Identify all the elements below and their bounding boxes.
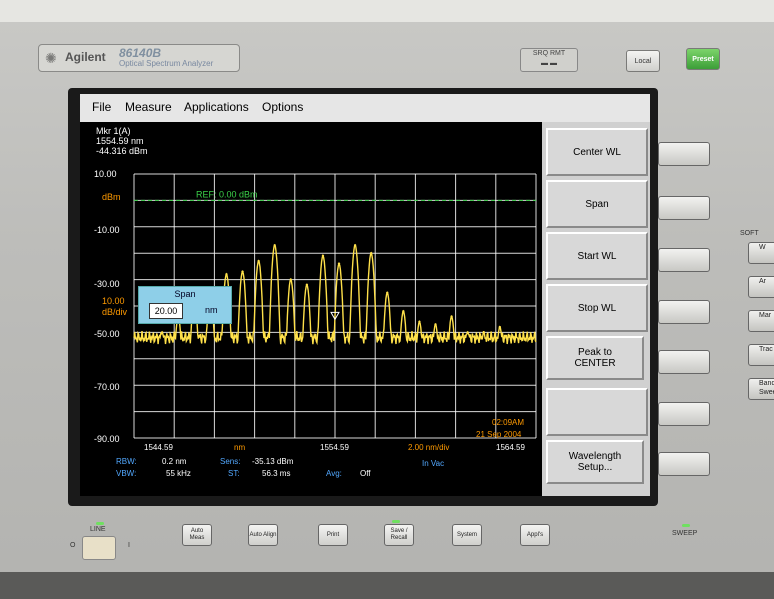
softkey-7-button[interactable] — [658, 452, 710, 476]
power-on-label: I — [128, 542, 130, 549]
spectrum-peak-point — [289, 278, 292, 281]
bezel-top-edge — [0, 0, 774, 22]
softkey-wavelength-setup[interactable]: Wavelength Setup... — [546, 440, 644, 484]
display-screen: File Measure Applications Options Mkr 1(… — [80, 94, 650, 496]
spectrum-peak-point — [273, 244, 276, 247]
side-button-w[interactable]: W — [748, 242, 774, 264]
brand-name: Agilent — [65, 50, 106, 64]
softkey-1-button[interactable] — [658, 142, 710, 166]
rbw-label: RBW: — [116, 457, 137, 466]
softkey-blank[interactable] — [546, 388, 648, 436]
avg-label: Avg: — [326, 469, 342, 478]
line-led — [96, 522, 104, 525]
side-button-band-sweep[interactable]: Band Swee — [748, 378, 774, 400]
softkey-6-button[interactable] — [658, 402, 710, 426]
spectrum-peak-point — [225, 273, 228, 276]
st-value: 56.3 ms — [262, 469, 291, 478]
trace-area: Mkr 1(A) 1554.59 nm -44.316 dBm 10.00 dB… — [80, 122, 542, 496]
softkey-peak-to-center[interactable]: Peak to CENTER — [546, 336, 644, 380]
spectrum-peak-point — [160, 331, 164, 334]
span-value-input[interactable]: 20.00 — [149, 303, 183, 319]
softkey-start-wl[interactable]: Start WL — [546, 232, 648, 280]
sens-value: -35.13 dBm — [252, 457, 294, 466]
spectrum-peak-point — [450, 315, 453, 318]
spectrum-peak-point — [482, 331, 485, 334]
spectrum-peak-point — [402, 310, 405, 313]
softkey-panel: Center WL Span Start WL Stop WL Peak to … — [542, 122, 650, 496]
timestamp-time: 02:09AM — [492, 418, 525, 427]
appls-button[interactable]: Appl's — [520, 524, 550, 546]
menu-file[interactable]: File — [92, 100, 111, 114]
softkey-span[interactable]: Span — [546, 180, 648, 228]
menu-measure[interactable]: Measure — [125, 100, 172, 114]
softkey-5-button[interactable] — [658, 350, 710, 374]
softkey-section-label: SOFT — [740, 230, 759, 237]
spectrum-peak-point — [466, 331, 469, 334]
spectrum-peak-point — [305, 283, 309, 287]
span-dialog-title: Span — [174, 289, 196, 299]
menu-options[interactable]: Options — [262, 100, 303, 114]
softkey-2-button[interactable] — [658, 196, 710, 220]
agilent-logo-icon: ✺ — [45, 50, 57, 66]
model-subtitle: Optical Spectrum Analyzer — [119, 59, 214, 68]
sens-label: Sens: — [220, 457, 241, 466]
sweep-led — [682, 524, 690, 527]
reference-label: REF: 0.00 dBm — [196, 189, 258, 199]
spectrum-peak-point — [434, 323, 437, 326]
side-button-ar[interactable]: Ar — [748, 276, 774, 298]
system-button[interactable]: System — [452, 524, 482, 546]
spectrum-peak-point — [498, 325, 502, 329]
power-off-label: O — [70, 542, 76, 549]
spectrum-peak-point — [321, 254, 325, 258]
avg-value: Off — [360, 469, 371, 478]
spectrum-peak-point — [386, 291, 389, 294]
spectrum-peak-point — [241, 270, 244, 273]
span-dialog: Span 20.00 nm — [138, 286, 232, 324]
vbw-label: VBW: — [116, 469, 137, 478]
menu-bar: File Measure Applications Options — [80, 94, 650, 123]
sweep-label: SWEEP — [672, 530, 698, 537]
bezel-bottom-edge — [0, 572, 774, 599]
srq-rmt-leds: ▬ ▬ — [541, 60, 557, 67]
side-button-mar[interactable]: Mar — [748, 310, 774, 332]
rbw-value: 0.2 nm — [162, 457, 187, 466]
medium-label: In Vac — [422, 459, 445, 468]
line-label: LINE — [90, 526, 106, 533]
x-per-div: 2.00 nm/div — [408, 443, 450, 452]
local-button[interactable]: Local — [626, 50, 660, 72]
st-label: ST: — [228, 469, 240, 478]
x-tick-center: 1554.59 — [320, 443, 349, 452]
preset-button[interactable]: Preset — [686, 48, 720, 70]
vbw-value: 55 kHz — [166, 469, 191, 478]
side-button-trac[interactable]: Trac — [748, 344, 774, 366]
spectrum-peak-point — [369, 252, 373, 255]
softkey-3-button[interactable] — [658, 248, 710, 272]
srq-rmt-indicator: SRQ RMT ▬ ▬ — [520, 48, 578, 72]
spectrum-peak-point — [418, 320, 421, 324]
model-number: 86140B — [119, 46, 162, 60]
menu-applications[interactable]: Applications — [184, 100, 249, 114]
power-line-button[interactable] — [82, 536, 116, 560]
softkey-stop-wl[interactable]: Stop WL — [546, 284, 648, 332]
x-tick-right: 1564.59 — [496, 443, 525, 452]
brand-strip: ✺ Agilent 86140B Optical Spectrum Analyz… — [38, 44, 240, 72]
auto-align-button[interactable]: Auto Align — [248, 524, 278, 546]
softkey-4-button[interactable] — [658, 300, 710, 324]
x-tick-left: 1544.59 — [144, 443, 173, 452]
timestamp-date: 21 Sep 2004 — [476, 430, 522, 439]
print-button[interactable]: Print — [318, 524, 348, 546]
x-unit-label: nm — [234, 443, 246, 452]
spectrum-peak-point — [353, 244, 357, 247]
softkey-center-wl[interactable]: Center WL — [546, 128, 648, 176]
save-recall-led — [392, 520, 400, 523]
spectrum-peak-point — [337, 262, 341, 265]
span-unit-label: nm — [205, 305, 218, 315]
srq-rmt-label: SRQ RMT — [532, 50, 566, 57]
spectrum-peak-point — [257, 259, 260, 263]
save-recall-button[interactable]: Save / Recall — [384, 524, 414, 546]
auto-meas-button[interactable]: Auto Meas — [182, 524, 212, 546]
